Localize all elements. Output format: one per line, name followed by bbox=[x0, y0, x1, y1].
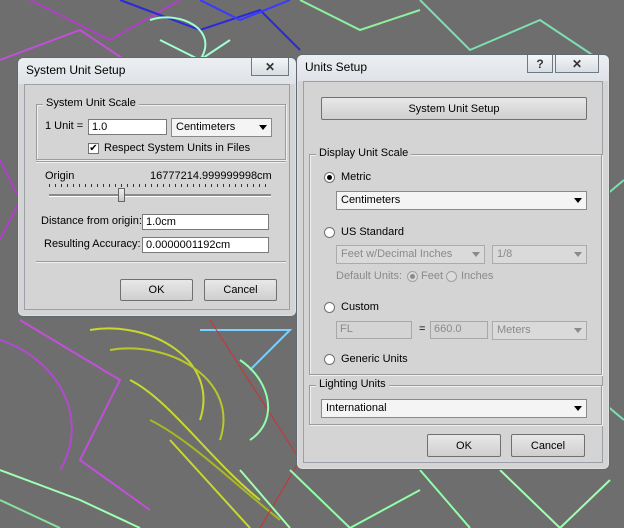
accuracy-field[interactable]: 0.0000001192cm bbox=[142, 237, 269, 253]
system-dialog-titlebar[interactable]: System Unit Setup ✕ bbox=[18, 58, 296, 84]
custom-unit-dropdown[interactable]: Meters bbox=[492, 321, 587, 340]
lighting-units-label: Lighting Units bbox=[316, 378, 389, 390]
unit-equals-label: 1 Unit = bbox=[45, 120, 84, 132]
system-ok-button[interactable]: OK bbox=[120, 279, 193, 301]
us-standard-dropdown[interactable]: Feet w/Decimal Inches bbox=[336, 245, 485, 264]
respect-units-checkbox[interactable]: ✔ bbox=[88, 143, 99, 154]
unit-value-field[interactable]: 1.0 bbox=[88, 119, 167, 135]
chevron-down-icon bbox=[472, 252, 480, 257]
custom-unit-value: Meters bbox=[497, 324, 531, 336]
metric-value: Centimeters bbox=[341, 194, 401, 206]
bottom-separator bbox=[36, 261, 286, 263]
us-standard-radio[interactable] bbox=[324, 227, 335, 238]
chevron-down-icon bbox=[574, 328, 582, 333]
close-icon: ✕ bbox=[571, 56, 583, 71]
default-units-label: Default Units: bbox=[336, 270, 403, 282]
metric-dropdown[interactable]: Centimeters bbox=[336, 191, 587, 210]
custom-amount-field[interactable]: 660.0 bbox=[430, 321, 488, 339]
chevron-down-icon bbox=[574, 406, 582, 411]
generic-units-radio[interactable] bbox=[324, 354, 335, 365]
close-icon: ✕ bbox=[264, 59, 276, 74]
origin-slider-thumb[interactable] bbox=[118, 188, 125, 202]
custom-name-field[interactable]: FL bbox=[336, 321, 412, 339]
chevron-down-icon bbox=[574, 252, 582, 257]
generic-units-label: Generic Units bbox=[341, 353, 408, 365]
metric-label: Metric bbox=[341, 171, 371, 183]
accuracy-label: Resulting Accuracy: bbox=[44, 238, 141, 250]
us-standard-value: Feet w/Decimal Inches bbox=[341, 248, 453, 260]
distance-label: Distance from origin: bbox=[41, 215, 142, 227]
display-unit-scale-group: Display Unit Scale bbox=[309, 147, 602, 375]
chevron-down-icon bbox=[574, 198, 582, 203]
units-cancel-button[interactable]: Cancel bbox=[511, 434, 585, 457]
unit-type-value: Centimeters bbox=[176, 121, 236, 133]
units-ok-button[interactable]: OK bbox=[427, 434, 501, 457]
chevron-down-icon bbox=[259, 125, 267, 130]
origin-label: Origin bbox=[45, 170, 75, 182]
us-fraction-value: 1/8 bbox=[497, 248, 513, 260]
lighting-units-dropdown[interactable]: International bbox=[321, 399, 587, 418]
system-unit-scale-label: System Unit Scale bbox=[43, 97, 139, 109]
system-dialog-close-button[interactable]: ✕ bbox=[251, 58, 289, 76]
default-inches-radio[interactable] bbox=[446, 271, 457, 282]
custom-label: Custom bbox=[341, 301, 379, 313]
unit-type-dropdown[interactable]: Centimeters bbox=[171, 118, 272, 137]
us-standard-label: US Standard bbox=[341, 226, 404, 238]
units-setup-dialog: Units Setup ? ✕ System Unit Setup Displa… bbox=[296, 54, 610, 470]
custom-radio[interactable] bbox=[324, 302, 335, 313]
origin-slider[interactable] bbox=[49, 194, 271, 197]
origin-slider-ticks bbox=[49, 184, 271, 187]
default-feet-label: Feet bbox=[421, 270, 444, 282]
us-fraction-dropdown[interactable]: 1/8 bbox=[492, 245, 587, 264]
metric-radio[interactable] bbox=[324, 172, 335, 183]
system-cancel-button[interactable]: Cancel bbox=[204, 279, 277, 301]
display-unit-scale-label: Display Unit Scale bbox=[316, 147, 412, 159]
system-unit-setup-dialog: System Unit Setup ✕ System Unit Scale 1 … bbox=[17, 57, 297, 317]
default-inches-label: Inches bbox=[461, 270, 494, 282]
system-dialog-title: System Unit Setup bbox=[26, 63, 126, 77]
units-dialog-title: Units Setup bbox=[305, 60, 368, 74]
default-feet-radio[interactable] bbox=[407, 271, 418, 282]
units-dialog-body: System Unit Setup Display Unit Scale Met… bbox=[303, 81, 603, 463]
system-unit-setup-button[interactable]: System Unit Setup bbox=[321, 97, 587, 120]
origin-separator bbox=[36, 161, 286, 163]
units-dialog-close-button[interactable]: ✕ bbox=[555, 55, 599, 73]
origin-value: 16777214.999999998cm bbox=[150, 170, 272, 182]
respect-units-label: Respect System Units in Files bbox=[104, 142, 251, 154]
custom-equals-label: = bbox=[419, 323, 426, 335]
units-dialog-titlebar[interactable]: Units Setup ? ✕ bbox=[297, 55, 609, 81]
units-dialog-help-button[interactable]: ? bbox=[527, 55, 553, 73]
lighting-units-value: International bbox=[326, 402, 387, 414]
help-icon: ? bbox=[536, 56, 544, 71]
distance-field[interactable]: 1.0cm bbox=[142, 214, 269, 230]
system-dialog-body: System Unit Scale 1 Unit = 1.0 Centimete… bbox=[24, 84, 290, 310]
